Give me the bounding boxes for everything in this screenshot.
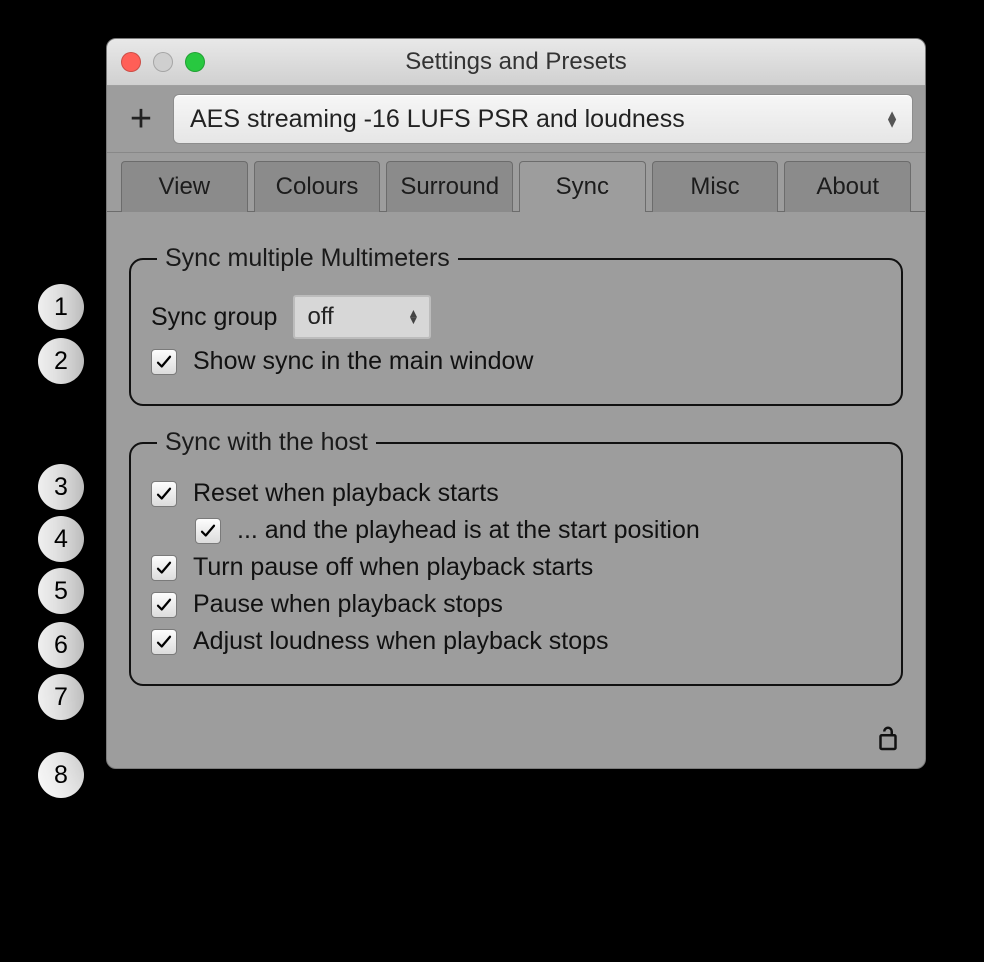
callout-6: 6 xyxy=(38,622,84,668)
lock-icon[interactable] xyxy=(873,724,903,754)
callout-1: 1 xyxy=(38,284,84,330)
window-zoom-button[interactable] xyxy=(185,52,205,72)
tab-about[interactable]: About xyxy=(784,161,911,212)
preset-select-value: AES streaming -16 LUFS PSR and loudness xyxy=(190,105,685,134)
callout-5: 5 xyxy=(38,568,84,614)
tab-colours[interactable]: Colours xyxy=(254,161,381,212)
window-title: Settings and Presets xyxy=(107,48,925,76)
settings-window: Settings and Presets + AES streaming -16… xyxy=(106,38,926,769)
pause-when-stops-label: Pause when playback stops xyxy=(193,590,503,619)
tab-view[interactable]: View xyxy=(121,161,248,212)
window-minimize-button[interactable] xyxy=(153,52,173,72)
tab-misc[interactable]: Misc xyxy=(652,161,779,212)
pause-off-label: Turn pause off when playback starts xyxy=(193,553,593,582)
tab-content: Sync multiple Multimeters Sync group off… xyxy=(107,211,925,720)
preset-toolbar: + AES streaming -16 LUFS PSR and loudnes… xyxy=(107,86,925,153)
pause-off-checkbox[interactable] xyxy=(151,555,177,581)
window-close-button[interactable] xyxy=(121,52,141,72)
preset-select[interactable]: AES streaming -16 LUFS PSR and loudness … xyxy=(173,94,913,144)
stepper-icon: ▲▼ xyxy=(403,310,423,324)
adjust-loudness-label: Adjust loudness when playback stops xyxy=(193,627,609,656)
callout-8: 8 xyxy=(38,752,84,798)
add-preset-button[interactable]: + xyxy=(119,97,163,141)
tab-surround[interactable]: Surround xyxy=(386,161,513,212)
reset-on-start-checkbox[interactable] xyxy=(151,481,177,507)
group-legend: Sync multiple Multimeters xyxy=(157,244,458,273)
sync-group-value: off xyxy=(307,303,333,331)
plus-icon: + xyxy=(130,100,152,138)
callout-2: 2 xyxy=(38,338,84,384)
stepper-icon: ▲▼ xyxy=(882,111,902,128)
titlebar: Settings and Presets xyxy=(107,39,925,86)
sync-group-label: Sync group xyxy=(151,303,277,332)
show-sync-label: Show sync in the main window xyxy=(193,347,533,376)
group-sync-multimeters: Sync multiple Multimeters Sync group off… xyxy=(129,244,903,406)
tab-sync[interactable]: Sync xyxy=(519,161,646,212)
callout-3: 3 xyxy=(38,464,84,510)
group-legend: Sync with the host xyxy=(157,428,376,457)
show-sync-checkbox[interactable] xyxy=(151,349,177,375)
callout-7: 7 xyxy=(38,674,84,720)
group-sync-host: Sync with the host Reset when playback s… xyxy=(129,428,903,686)
adjust-loudness-checkbox[interactable] xyxy=(151,629,177,655)
tabs: ViewColoursSurroundSyncMiscAbout xyxy=(107,153,925,212)
playhead-start-checkbox[interactable] xyxy=(195,518,221,544)
playhead-start-label: ... and the playhead is at the start pos… xyxy=(237,516,700,545)
sync-group-select[interactable]: off ▲▼ xyxy=(293,295,431,339)
reset-on-start-label: Reset when playback starts xyxy=(193,479,499,508)
callout-4: 4 xyxy=(38,516,84,562)
pause-when-stops-checkbox[interactable] xyxy=(151,592,177,618)
